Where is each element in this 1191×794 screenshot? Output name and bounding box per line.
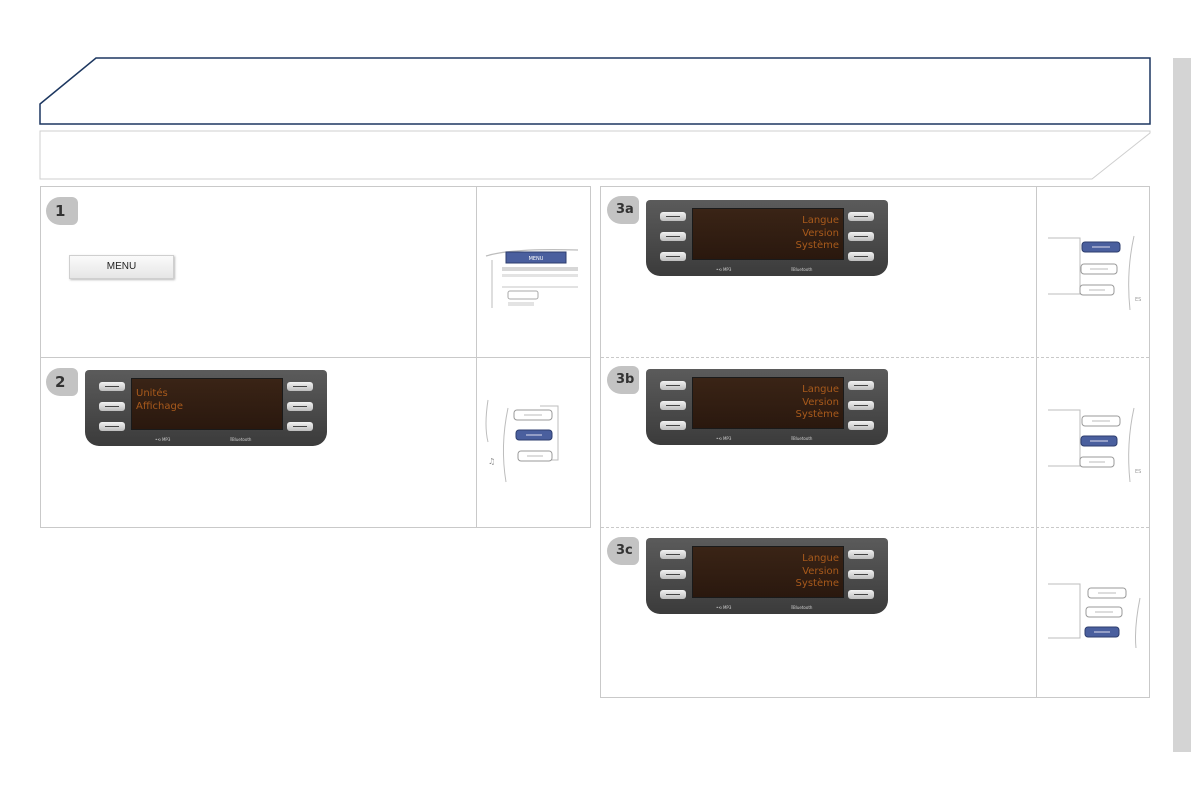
radio-bluetooth-label: ⁑Bluetooth: [791, 267, 813, 272]
radio-left-button-3: [660, 252, 686, 261]
side-buttons-middle-illustration-3b: ES: [1048, 407, 1141, 483]
radio-left-button-1: [660, 381, 686, 390]
side-buttons-top-illustration: ES: [1048, 235, 1141, 311]
illus-menu-label: MENU: [529, 256, 544, 262]
step-3b-3c-separator: [601, 527, 1149, 528]
radio-left-button-3: [660, 421, 686, 430]
radio-bluetooth-label: ⁑Bluetooth: [230, 437, 252, 442]
radio-left-button-2: [660, 570, 686, 579]
radio-bluetooth-label: ⁑Bluetooth: [791, 436, 813, 441]
radio-screen: Langue Version Système: [692, 208, 844, 260]
radio-screen: Langue Version Système: [692, 377, 844, 429]
radio-right-button-3: [848, 252, 874, 261]
step-3a-badge: 3a: [607, 196, 639, 224]
step-3c-badge: 3c: [607, 537, 639, 565]
radio-right-button-2: [287, 402, 313, 411]
radio-screen: Langue Version Système: [692, 546, 844, 598]
radio-left-button-2: [660, 232, 686, 241]
radio-left-button-3: [99, 422, 125, 431]
screen-line-3: Système: [795, 409, 839, 420]
subtitle-banner: [39, 130, 1151, 180]
screen-line-1: Langue: [802, 384, 839, 395]
illus-small-label: ES: [1135, 469, 1141, 475]
radio-right-button-3: [848, 590, 874, 599]
title-banner: [39, 57, 1151, 125]
step-1-badge: 1: [46, 197, 78, 225]
side-buttons-middle-illustration: ♫: [485, 399, 559, 483]
radio-right-button-1: [848, 381, 874, 390]
screen-line-2: Version: [802, 397, 839, 408]
screen-line-1: Langue: [802, 553, 839, 564]
radio-left-button-1: [99, 382, 125, 391]
dashboard-menu-illustration: MENU: [485, 249, 579, 308]
radio-bluetooth-label: ⁑Bluetooth: [791, 605, 813, 610]
screen-line-1: Langue: [802, 215, 839, 226]
step-3-column-divider: [1036, 187, 1037, 697]
radio-right-button-1: [848, 212, 874, 221]
screen-line-2: Affichage: [136, 401, 183, 412]
radio-display-step-3a: Langue Version Système •⟲ MP3 ⁑Bluetooth: [646, 200, 888, 276]
radio-mp3-label: •⟲ MP3: [716, 605, 732, 610]
step-3b-badge: 3b: [607, 366, 639, 394]
radio-left-button-3: [660, 590, 686, 599]
radio-display-step-3c: Langue Version Système •⟲ MP3 ⁑Bluetooth: [646, 538, 888, 614]
music-note-icon: ♫: [488, 457, 495, 466]
radio-right-button-2: [848, 232, 874, 241]
radio-display-step-2: Unités Affichage •⟲ MP3 ⁑Bluetooth: [85, 370, 327, 446]
screen-line-2: Version: [802, 566, 839, 577]
step-3a-3b-separator: [601, 357, 1149, 358]
radio-right-button-2: [848, 401, 874, 410]
screen-line-3: Système: [795, 578, 839, 589]
radio-left-button-1: [660, 212, 686, 221]
step-2-badge: 2: [46, 368, 78, 396]
screen-line-1: Unités: [136, 388, 168, 399]
radio-right-button-2: [848, 570, 874, 579]
radio-mp3-label: •⟲ MP3: [155, 437, 171, 442]
radio-screen: Unités Affichage: [131, 378, 283, 430]
page-side-tab: [1173, 58, 1191, 752]
radio-mp3-label: •⟲ MP3: [716, 436, 732, 441]
menu-button[interactable]: MENU: [69, 255, 174, 279]
side-buttons-bottom-illustration: [1048, 583, 1141, 649]
illus-small-label: ES: [1135, 297, 1141, 303]
screen-line-2: Version: [802, 228, 839, 239]
radio-right-button-1: [287, 382, 313, 391]
radio-right-button-3: [287, 422, 313, 431]
radio-right-button-1: [848, 550, 874, 559]
radio-left-button-2: [660, 401, 686, 410]
radio-right-button-3: [848, 421, 874, 430]
screen-line-3: Système: [795, 240, 839, 251]
radio-left-button-2: [99, 402, 125, 411]
radio-mp3-label: •⟲ MP3: [716, 267, 732, 272]
radio-left-button-1: [660, 550, 686, 559]
radio-display-step-3b: Langue Version Système •⟲ MP3 ⁑Bluetooth: [646, 369, 888, 445]
